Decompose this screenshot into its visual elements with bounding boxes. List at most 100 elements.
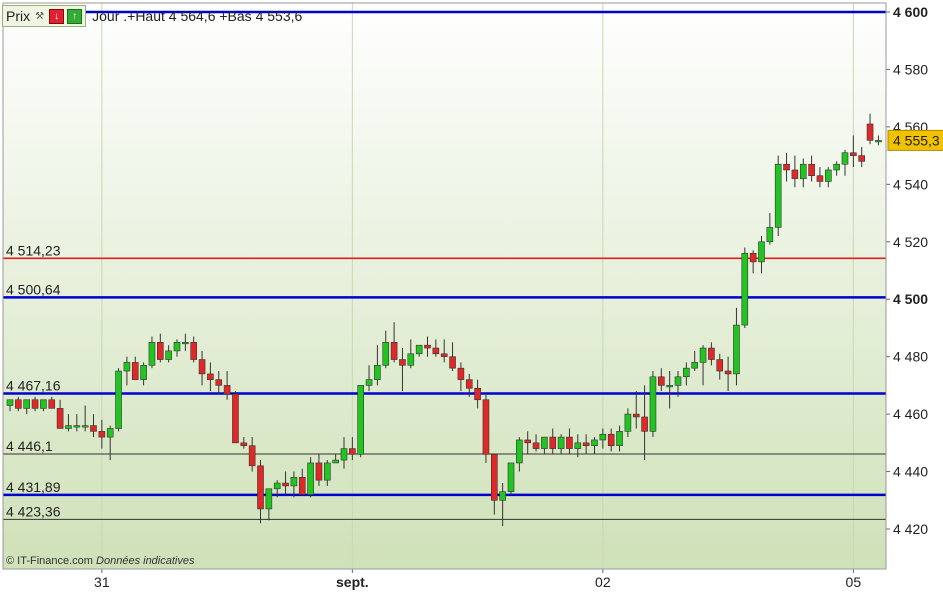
candle-body [574, 442, 582, 449]
candle-body [841, 152, 849, 165]
candle-body [490, 454, 498, 501]
remove-icon[interactable]: ↓ [49, 8, 65, 24]
candle-body [148, 342, 156, 366]
candle-body [15, 399, 22, 409]
candle-body [332, 459, 339, 464]
candle-body [616, 431, 623, 447]
candle-body [106, 428, 114, 438]
chart-stage: 4 514,23 4 500,64 4 467,16 4 446,1 4 431,89 4… [0, 0, 943, 590]
candle [307, 457, 314, 498]
candle-body [799, 163, 807, 179]
candle-body [48, 399, 56, 409]
candle-body [432, 347, 440, 355]
y-tick-label: 4 600 [893, 4, 928, 20]
candle-body [774, 163, 782, 228]
x-tick-label: sept. [336, 574, 369, 590]
candle-body [399, 359, 406, 366]
candle [741, 247, 749, 328]
candle-body [699, 347, 707, 363]
candle-body [190, 342, 197, 360]
candle-body [40, 399, 47, 409]
candle-body [157, 342, 164, 360]
candle-body [666, 385, 673, 388]
y-tick-label: 4 440 [893, 464, 928, 480]
candle-body [115, 370, 122, 429]
candle-body [866, 123, 874, 141]
candle-body [624, 413, 632, 432]
candle-body [440, 353, 448, 357]
candle-body [257, 465, 264, 510]
y-tick-label: 4 480 [893, 349, 928, 365]
candle-body [207, 373, 214, 380]
candle-body [582, 442, 590, 447]
candle-body [566, 436, 573, 449]
candle-body [140, 364, 147, 380]
candle-body [691, 362, 699, 369]
candle-body [708, 347, 715, 360]
candle-body [457, 367, 465, 380]
candle-body [532, 442, 540, 449]
candle [774, 155, 782, 237]
candle-body [365, 379, 373, 386]
candle-body [449, 356, 456, 369]
candle-body [6, 399, 14, 406]
candle-body [357, 385, 365, 455]
candle-body [649, 376, 657, 432]
candle-body [716, 359, 724, 372]
candle-body [173, 342, 181, 352]
price-selector[interactable]: Prix ⚒ ↓ ↑ [2, 5, 87, 27]
last-price-label: 4 555,3 [893, 132, 940, 148]
candle-body [749, 252, 757, 263]
wrench-icon[interactable]: ⚒ [33, 10, 46, 23]
candle-body [323, 462, 331, 481]
candle-body [499, 491, 506, 501]
x-tick-label: 02 [595, 574, 611, 590]
level-label: 4 514,23 [6, 242, 61, 258]
candle-body [315, 462, 323, 481]
candle-body [73, 425, 81, 428]
credit-note: Données indicatives [96, 555, 195, 567]
candle [507, 462, 515, 495]
candle-body [407, 353, 415, 366]
candle-body [641, 416, 648, 432]
candle-body [223, 385, 231, 395]
candle-body [524, 439, 532, 444]
candle-body [824, 169, 832, 182]
candle-body [290, 476, 298, 487]
candle-body [516, 439, 523, 464]
candle-body [683, 367, 690, 378]
candle-body [90, 425, 97, 432]
candle-body [23, 399, 31, 409]
candle-body [783, 163, 790, 171]
candle-body [424, 344, 431, 349]
candle-body [557, 436, 565, 449]
candle-body [632, 413, 640, 418]
candle-body [390, 342, 398, 360]
level-label: 4 467,16 [6, 378, 61, 394]
candle [232, 391, 239, 444]
candle-body [81, 425, 89, 428]
add-icon[interactable]: ↑ [67, 8, 83, 24]
candle-body [198, 359, 206, 375]
candle-body [808, 163, 815, 177]
candle [482, 394, 490, 463]
candle-body [850, 152, 857, 156]
plot-background [3, 3, 886, 569]
candle-body [240, 442, 248, 447]
candle-body [131, 362, 139, 380]
candle-body [791, 169, 799, 179]
credit-source: © IT-Finance.com [6, 555, 93, 567]
prix-label: Prix [6, 8, 31, 24]
candle-body [733, 324, 740, 375]
candle-body [758, 241, 765, 263]
candle-body [724, 370, 732, 375]
candle-body [56, 408, 64, 429]
candle-body [816, 175, 824, 182]
candle-body [382, 342, 390, 366]
chart-subtitle: Jour .+Haut 4 564,6 +Bas 4 553,6 [92, 8, 303, 24]
candle-body [65, 425, 72, 429]
candle-body [541, 436, 548, 449]
y-tick-label: 4 460 [893, 406, 928, 422]
candle-body [482, 399, 490, 455]
x-tick-label: 05 [846, 574, 862, 590]
